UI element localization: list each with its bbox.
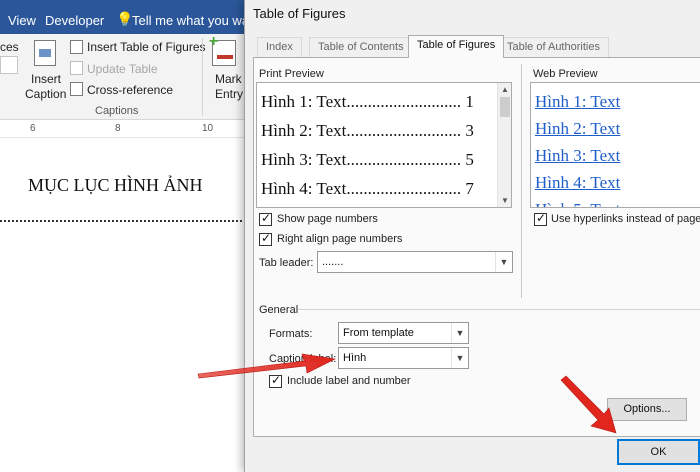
options-button-label: Options... [623, 403, 671, 415]
print-preview-box: Hình 1: Text........................... … [256, 82, 512, 208]
ribbon-cut-label: ces [0, 40, 19, 54]
web-preview-divider [521, 64, 522, 298]
captions-group-label: Captions [95, 105, 139, 117]
general-group-line [298, 309, 700, 310]
show-page-numbers-label[interactable]: Show page numbers [277, 213, 378, 225]
print-preview-line: Hình 2: Text........................... … [261, 121, 474, 140]
print-preview-line: Hình 4: Text........................... … [261, 179, 474, 198]
web-preview-box: Hình 1: Text Hình 2: Text Hình 3: Text H… [530, 82, 700, 208]
mark-entry-label-2: Entry [215, 87, 244, 101]
include-label-checkbox[interactable] [269, 373, 282, 388]
web-preview-label: Web Preview [533, 68, 598, 80]
web-preview-link[interactable]: Hình 2: Text [535, 119, 620, 139]
general-group-label: General [259, 304, 299, 316]
scroll-up-icon[interactable]: ▲ [501, 85, 509, 94]
tab-table-of-contents[interactable]: Table of Contents [309, 37, 413, 57]
print-preview-scrollbar[interactable]: ▲ ▼ [497, 83, 511, 207]
caption-icon [34, 40, 56, 66]
mark-entry-button[interactable]: Mark Entry [208, 33, 244, 104]
caption-label-value: Hình [343, 352, 367, 364]
insert-caption-label-2: Caption [25, 87, 67, 101]
tab-table-of-figures[interactable]: Table of Figures [408, 35, 505, 58]
scroll-down-icon[interactable]: ▼ [501, 196, 509, 205]
document-heading[interactable]: MỤC LỤC HÌNH ẢNH [28, 175, 203, 196]
cross-reference-icon [70, 82, 83, 96]
caption-label-label: Caption label: [269, 353, 337, 365]
formats-value: From template [343, 327, 414, 339]
ribbon-dropdown[interactable] [0, 56, 18, 74]
dotted-separator [0, 220, 250, 222]
right-align-page-numbers-label[interactable]: Right align page numbers [277, 233, 402, 245]
ruler-mark-8: 8 [115, 123, 121, 134]
chevron-down-icon[interactable]: ▼ [495, 252, 512, 272]
show-page-numbers-checkbox[interactable] [259, 211, 272, 226]
options-button[interactable]: Options... [607, 398, 687, 421]
chevron-down-icon[interactable]: ▼ [451, 348, 468, 368]
chevron-down-icon[interactable]: ▼ [451, 323, 468, 343]
use-hyperlinks-label[interactable]: Use hyperlinks instead of page nu [551, 213, 700, 225]
table-of-figures-icon [70, 40, 83, 54]
use-hyperlinks-checkbox[interactable] [534, 211, 547, 226]
web-preview-link[interactable]: Hình 3: Text [535, 146, 620, 166]
insert-caption-label-1: Insert [31, 72, 62, 86]
tab-table-of-authorities[interactable]: Table of Authorities [498, 37, 609, 57]
update-table-button[interactable]: Update Table [87, 62, 158, 76]
web-preview-link[interactable]: Hình 1: Text [535, 92, 620, 112]
web-preview-link[interactable]: Hình 5: Text [535, 200, 620, 207]
insert-table-of-figures-button[interactable]: Insert Table of Figures [87, 40, 206, 54]
print-preview-label: Print Preview [259, 68, 324, 80]
ruler-mark-10: 10 [202, 123, 214, 134]
ok-button-label: OK [650, 446, 667, 458]
insert-caption-button[interactable]: Insert Caption [24, 34, 66, 104]
tab-view[interactable]: View [8, 13, 36, 28]
formats-label: Formats: [269, 328, 313, 340]
web-preview-link[interactable]: Hình 4: Text [535, 173, 620, 193]
tab-leader-select[interactable]: ....... ▼ [317, 251, 513, 273]
tab-index[interactable]: Index [257, 37, 302, 57]
mark-entry-icon [209, 33, 236, 66]
ribbon-separator [202, 38, 203, 116]
mark-entry-label-1: Mark [215, 72, 242, 86]
tab-leader-value: ....... [322, 256, 344, 268]
print-preview-line: Hình 3: Text........................... … [261, 150, 474, 169]
caption-label-select[interactable]: Hình ▼ [338, 347, 469, 369]
right-align-page-numbers-checkbox[interactable] [259, 231, 272, 246]
formats-select[interactable]: From template ▼ [338, 322, 469, 344]
ok-button[interactable]: OK [617, 439, 700, 465]
lightbulb-icon: 💡 [116, 11, 134, 27]
scroll-thumb[interactable] [500, 97, 510, 117]
ruler-mark-6: 6 [30, 123, 36, 134]
dialog-title: Table of Figures [253, 6, 346, 21]
cross-reference-button[interactable]: Cross-reference [87, 83, 173, 97]
tab-leader-label: Tab leader: [259, 257, 314, 269]
print-preview-line: Hình 1: Text........................... … [261, 92, 474, 111]
tab-developer[interactable]: Developer [45, 13, 104, 28]
include-label-label[interactable]: Include label and number [287, 375, 411, 387]
update-table-icon [70, 61, 83, 75]
